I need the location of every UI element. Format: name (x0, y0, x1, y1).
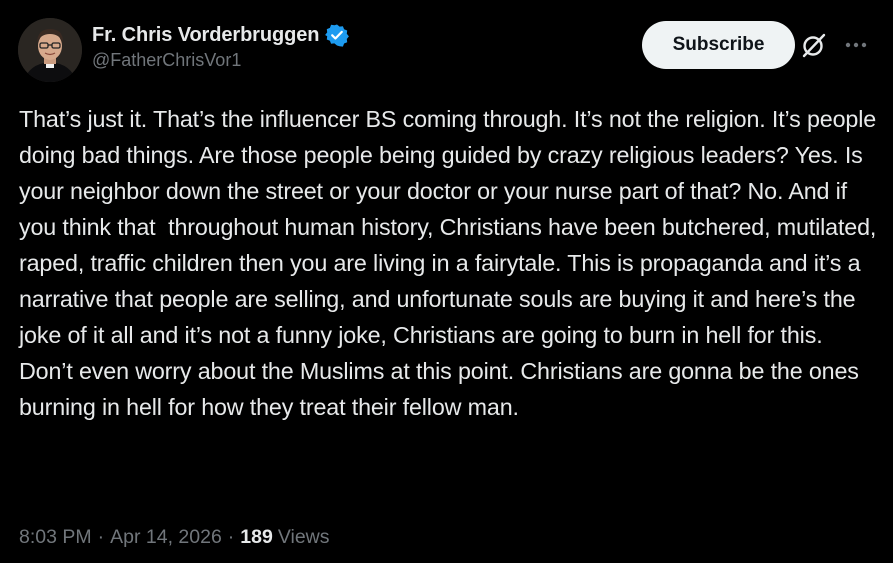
views-label[interactable]: Views (278, 526, 330, 549)
tweet-time[interactable]: 8:03 PM (19, 526, 92, 549)
tweet-text: That’s just it. That’s the influencer BS… (19, 106, 883, 420)
handle[interactable]: @FatherChrisVor1 (92, 50, 349, 71)
grok-icon[interactable] (799, 30, 829, 60)
meta-separator: · (227, 526, 235, 548)
avatar[interactable] (18, 18, 82, 82)
display-name[interactable]: Fr. Chris Vorderbruggen (92, 24, 319, 47)
display-name-row: Fr. Chris Vorderbruggen (92, 22, 350, 48)
more-options-icon[interactable] (843, 32, 869, 58)
tweet-meta: 8:03 PM · Apr 14, 2026 · 189 Views (19, 526, 330, 549)
verified-badge-icon[interactable] (325, 23, 350, 47)
tweet-header: Fr. Chris Vorderbruggen @FatherChrisVor1… (18, 18, 873, 82)
author-block: Fr. Chris Vorderbruggen @FatherChrisVor1 (92, 22, 350, 71)
views-count[interactable]: 189 (240, 526, 273, 549)
meta-separator: · (97, 526, 105, 548)
subscribe-button[interactable]: Subscribe (642, 21, 795, 69)
tweet-date[interactable]: Apr 14, 2026 (110, 526, 222, 549)
